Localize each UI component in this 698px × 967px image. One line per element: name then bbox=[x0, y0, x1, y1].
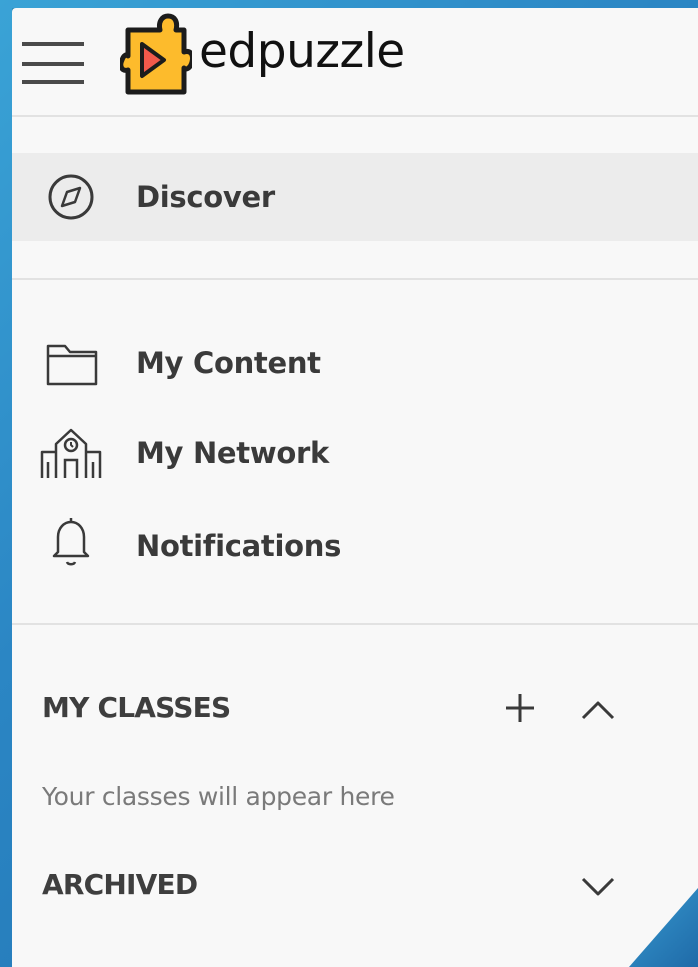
sidebar-item-label: Notifications bbox=[136, 529, 342, 563]
folder-icon bbox=[46, 344, 98, 386]
sidebar-item-label: My Content bbox=[136, 346, 321, 380]
sidebar-item-notifications[interactable]: Notifications bbox=[12, 500, 698, 588]
edpuzzle-logo-icon[interactable] bbox=[120, 12, 192, 96]
sidebar-item-my-network[interactable]: My Network bbox=[12, 408, 698, 496]
sidebar-item-label: My Network bbox=[136, 436, 329, 470]
sidebar-panel: edpuzzle Discover My Content My Network bbox=[12, 8, 698, 967]
hamburger-menu-icon[interactable] bbox=[22, 28, 84, 84]
my-classes-title: MY CLASSES bbox=[42, 691, 231, 724]
classes-empty-message: Your classes will appear here bbox=[42, 782, 395, 811]
sidebar-item-label: Discover bbox=[136, 180, 275, 214]
chevron-up-icon[interactable] bbox=[578, 690, 618, 730]
divider bbox=[12, 623, 698, 625]
divider bbox=[12, 278, 698, 280]
plus-icon[interactable] bbox=[500, 688, 540, 728]
divider bbox=[12, 115, 698, 117]
bell-icon bbox=[52, 518, 90, 566]
archived-title[interactable]: ARCHIVED bbox=[42, 868, 198, 901]
sidebar-item-discover[interactable]: Discover bbox=[12, 153, 698, 241]
brand-name[interactable]: edpuzzle bbox=[199, 22, 405, 82]
school-icon bbox=[40, 428, 102, 478]
chevron-down-icon[interactable] bbox=[578, 866, 618, 906]
top-bar: edpuzzle bbox=[12, 8, 698, 116]
compass-icon bbox=[48, 174, 94, 220]
sidebar-item-my-content[interactable]: My Content bbox=[12, 318, 698, 406]
